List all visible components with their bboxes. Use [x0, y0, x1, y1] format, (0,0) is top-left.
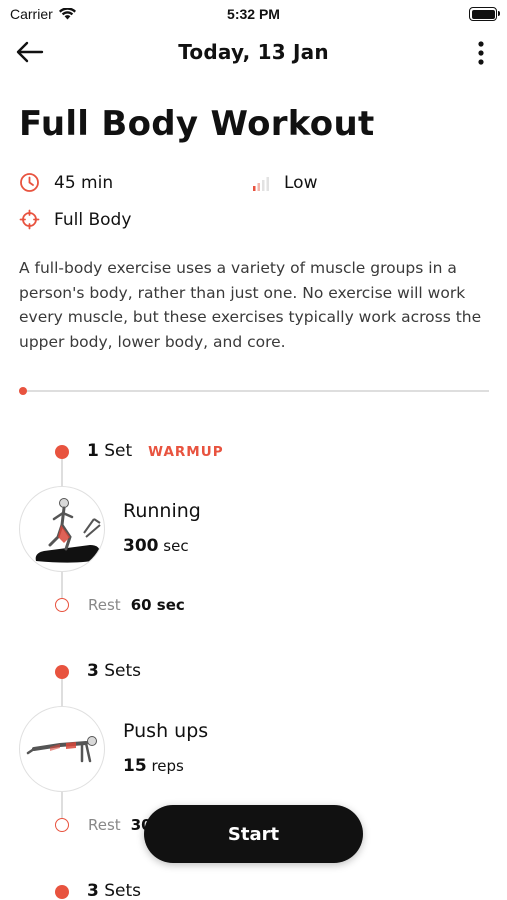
- exercise-value: 15 reps: [123, 756, 184, 776]
- exercise-value: 300 sec: [123, 536, 189, 556]
- workout-description: A full-body exercise uses a variety of m…: [19, 259, 482, 351]
- progress-indicator: [19, 387, 27, 395]
- intensity-row: Low: [252, 172, 317, 193]
- treadmill-runner-icon: [35, 498, 101, 563]
- set-marker: [55, 885, 69, 899]
- exercise-thumbnail-push-ups[interactable]: [19, 706, 105, 792]
- rest-row: Rest 60 sec: [88, 596, 185, 614]
- rest-marker: [55, 598, 69, 612]
- sets-word: Set: [104, 441, 133, 461]
- battery-icon: [469, 7, 500, 21]
- timeline-line: [61, 570, 63, 598]
- push-up-figure-icon: [26, 736, 97, 763]
- exercise-unit: sec: [163, 537, 189, 555]
- nav-bar: Today, 13 Jan: [0, 30, 507, 74]
- status-bar: Carrier 5:32 PM: [0, 0, 507, 30]
- rest-label: Rest: [88, 816, 121, 834]
- crosshair-icon: [19, 209, 40, 230]
- start-button[interactable]: Start: [144, 805, 363, 863]
- exercise-name: Push ups: [123, 720, 209, 742]
- warmup-tag: WARMUP: [148, 444, 224, 460]
- intensity-value: Low: [284, 172, 318, 193]
- exercise-thumbnail-running[interactable]: [19, 486, 105, 572]
- signal-bars-icon: [253, 177, 269, 191]
- rest-marker: [55, 818, 69, 832]
- set-marker: [55, 665, 69, 679]
- workout-title: Full Body Workout: [19, 104, 375, 144]
- set-label: 3 Sets: [87, 661, 141, 681]
- exercise-unit: reps: [151, 757, 184, 775]
- sets-count: 3: [87, 661, 99, 681]
- set-label: 3 Sets: [87, 881, 141, 900]
- sets-word: Sets: [104, 661, 142, 681]
- duration-value: 45 min: [54, 172, 114, 193]
- clock: 5:32 PM: [227, 6, 280, 22]
- exercise-name: Running: [123, 500, 201, 522]
- rest-label: Rest: [88, 596, 121, 614]
- sets-count: 3: [87, 881, 99, 900]
- set-marker: [55, 445, 69, 459]
- duration-row: 45 min: [19, 172, 113, 193]
- rest-value: 60 sec: [130, 596, 185, 614]
- sets-count: 1: [87, 441, 99, 461]
- focus-row: Full Body: [19, 209, 131, 230]
- clock-icon: [20, 173, 39, 192]
- focus-value: Full Body: [54, 209, 132, 230]
- timeline-line: [61, 678, 63, 708]
- more-button[interactable]: [473, 38, 489, 68]
- timeline-line: [61, 458, 63, 488]
- exercise-amount: 300: [123, 536, 159, 556]
- page-title: Today, 13 Jan: [178, 40, 329, 64]
- exercise-amount: 15: [123, 756, 147, 776]
- progress-track: [19, 390, 489, 392]
- timeline-line: [61, 790, 63, 818]
- sets-word: Sets: [104, 881, 142, 900]
- more-vertical-icon: [478, 41, 484, 65]
- set-label: 1 Set WARMUP: [87, 441, 224, 461]
